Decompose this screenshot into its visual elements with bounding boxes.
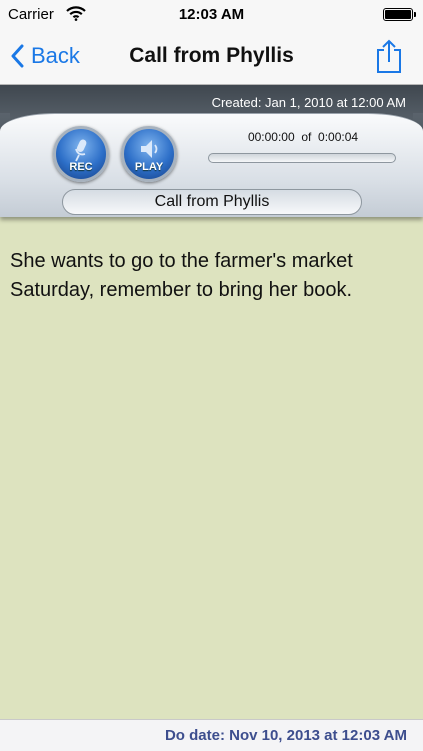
status-time: 12:03 AM — [178, 6, 245, 23]
record-label: REC — [69, 161, 93, 173]
navigation-bar: Back Call from Phyllis — [0, 30, 423, 85]
footer-bar: Do date: Nov 10, 2013 at 12:03 AM — [0, 719, 423, 751]
time-of-label: of — [301, 130, 312, 144]
record-button[interactable]: REC — [53, 126, 109, 182]
recording-name[interactable]: Call from Phyllis — [62, 189, 362, 215]
playback-time: 00:00:00 of 0:00:04 — [208, 130, 398, 144]
page-title: Call from Phyllis — [129, 44, 294, 67]
play-button[interactable]: PLAY — [121, 126, 177, 182]
recorder-panel: Created: Jan 1, 2010 at 12:00 AM REC PLA… — [0, 85, 423, 230]
battery-tip — [414, 12, 416, 17]
microphone-icon — [75, 139, 87, 162]
created-date: Created: Jan 1, 2010 at 12:00 AM — [211, 95, 406, 110]
play-label: PLAY — [134, 161, 164, 173]
playback-progress-bar[interactable] — [208, 153, 396, 163]
battery-icon — [383, 8, 416, 21]
status-bar: Carrier 12:03 AM — [0, 0, 423, 30]
speaker-icon — [141, 140, 158, 158]
playback-duration: 0:00:04 — [318, 130, 359, 144]
share-icon — [377, 39, 401, 73]
share-button[interactable] — [375, 38, 403, 79]
battery-fill — [385, 10, 411, 19]
do-date-label[interactable]: Do date: Nov 10, 2013 at 12:03 AM — [165, 727, 407, 744]
note-body[interactable]: She wants to go to the farmer's market S… — [10, 247, 410, 305]
playback-position: 00:00:00 — [247, 130, 295, 144]
